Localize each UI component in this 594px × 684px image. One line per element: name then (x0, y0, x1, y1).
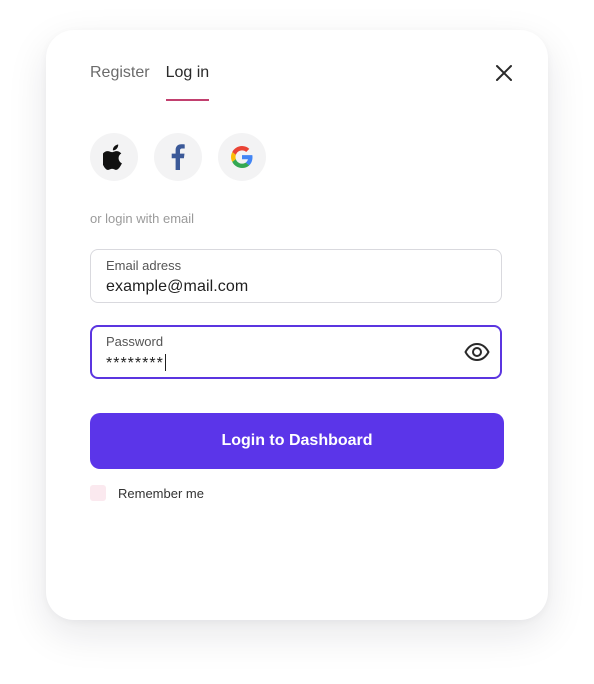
social-login-group (90, 133, 266, 181)
email-field-value[interactable]: example@mail.com (106, 278, 248, 296)
password-field-label: Password (106, 334, 164, 349)
remember-me-checkbox[interactable] (90, 485, 106, 501)
tab-login[interactable]: Log in (165, 64, 209, 101)
google-login-button[interactable] (218, 133, 266, 181)
text-cursor (164, 354, 166, 371)
password-field-value: ******** (106, 355, 164, 372)
remember-me-label: Remember me (118, 485, 204, 501)
apple-login-button[interactable] (90, 133, 138, 181)
eye-icon[interactable] (464, 342, 490, 362)
email-login-separator: or login with email (90, 211, 195, 226)
email-field-label: Email adress (106, 258, 182, 273)
password-field[interactable]: Password ******** (90, 325, 502, 379)
close-icon[interactable] (494, 63, 514, 83)
facebook-login-button[interactable] (154, 133, 202, 181)
login-button[interactable]: Login to Dashboard (90, 413, 504, 469)
apple-icon (103, 144, 122, 170)
login-modal: Register Log in or login with email Emai… (46, 30, 548, 620)
facebook-icon (171, 144, 185, 170)
auth-tabs: Register Log in (90, 64, 209, 102)
password-field-value-wrap[interactable]: ******** (106, 354, 166, 373)
remember-me-option[interactable]: Remember me (90, 485, 204, 501)
email-field[interactable]: Email adress example@mail.com (90, 249, 502, 303)
google-icon (231, 146, 253, 168)
tab-register[interactable]: Register (90, 64, 150, 100)
